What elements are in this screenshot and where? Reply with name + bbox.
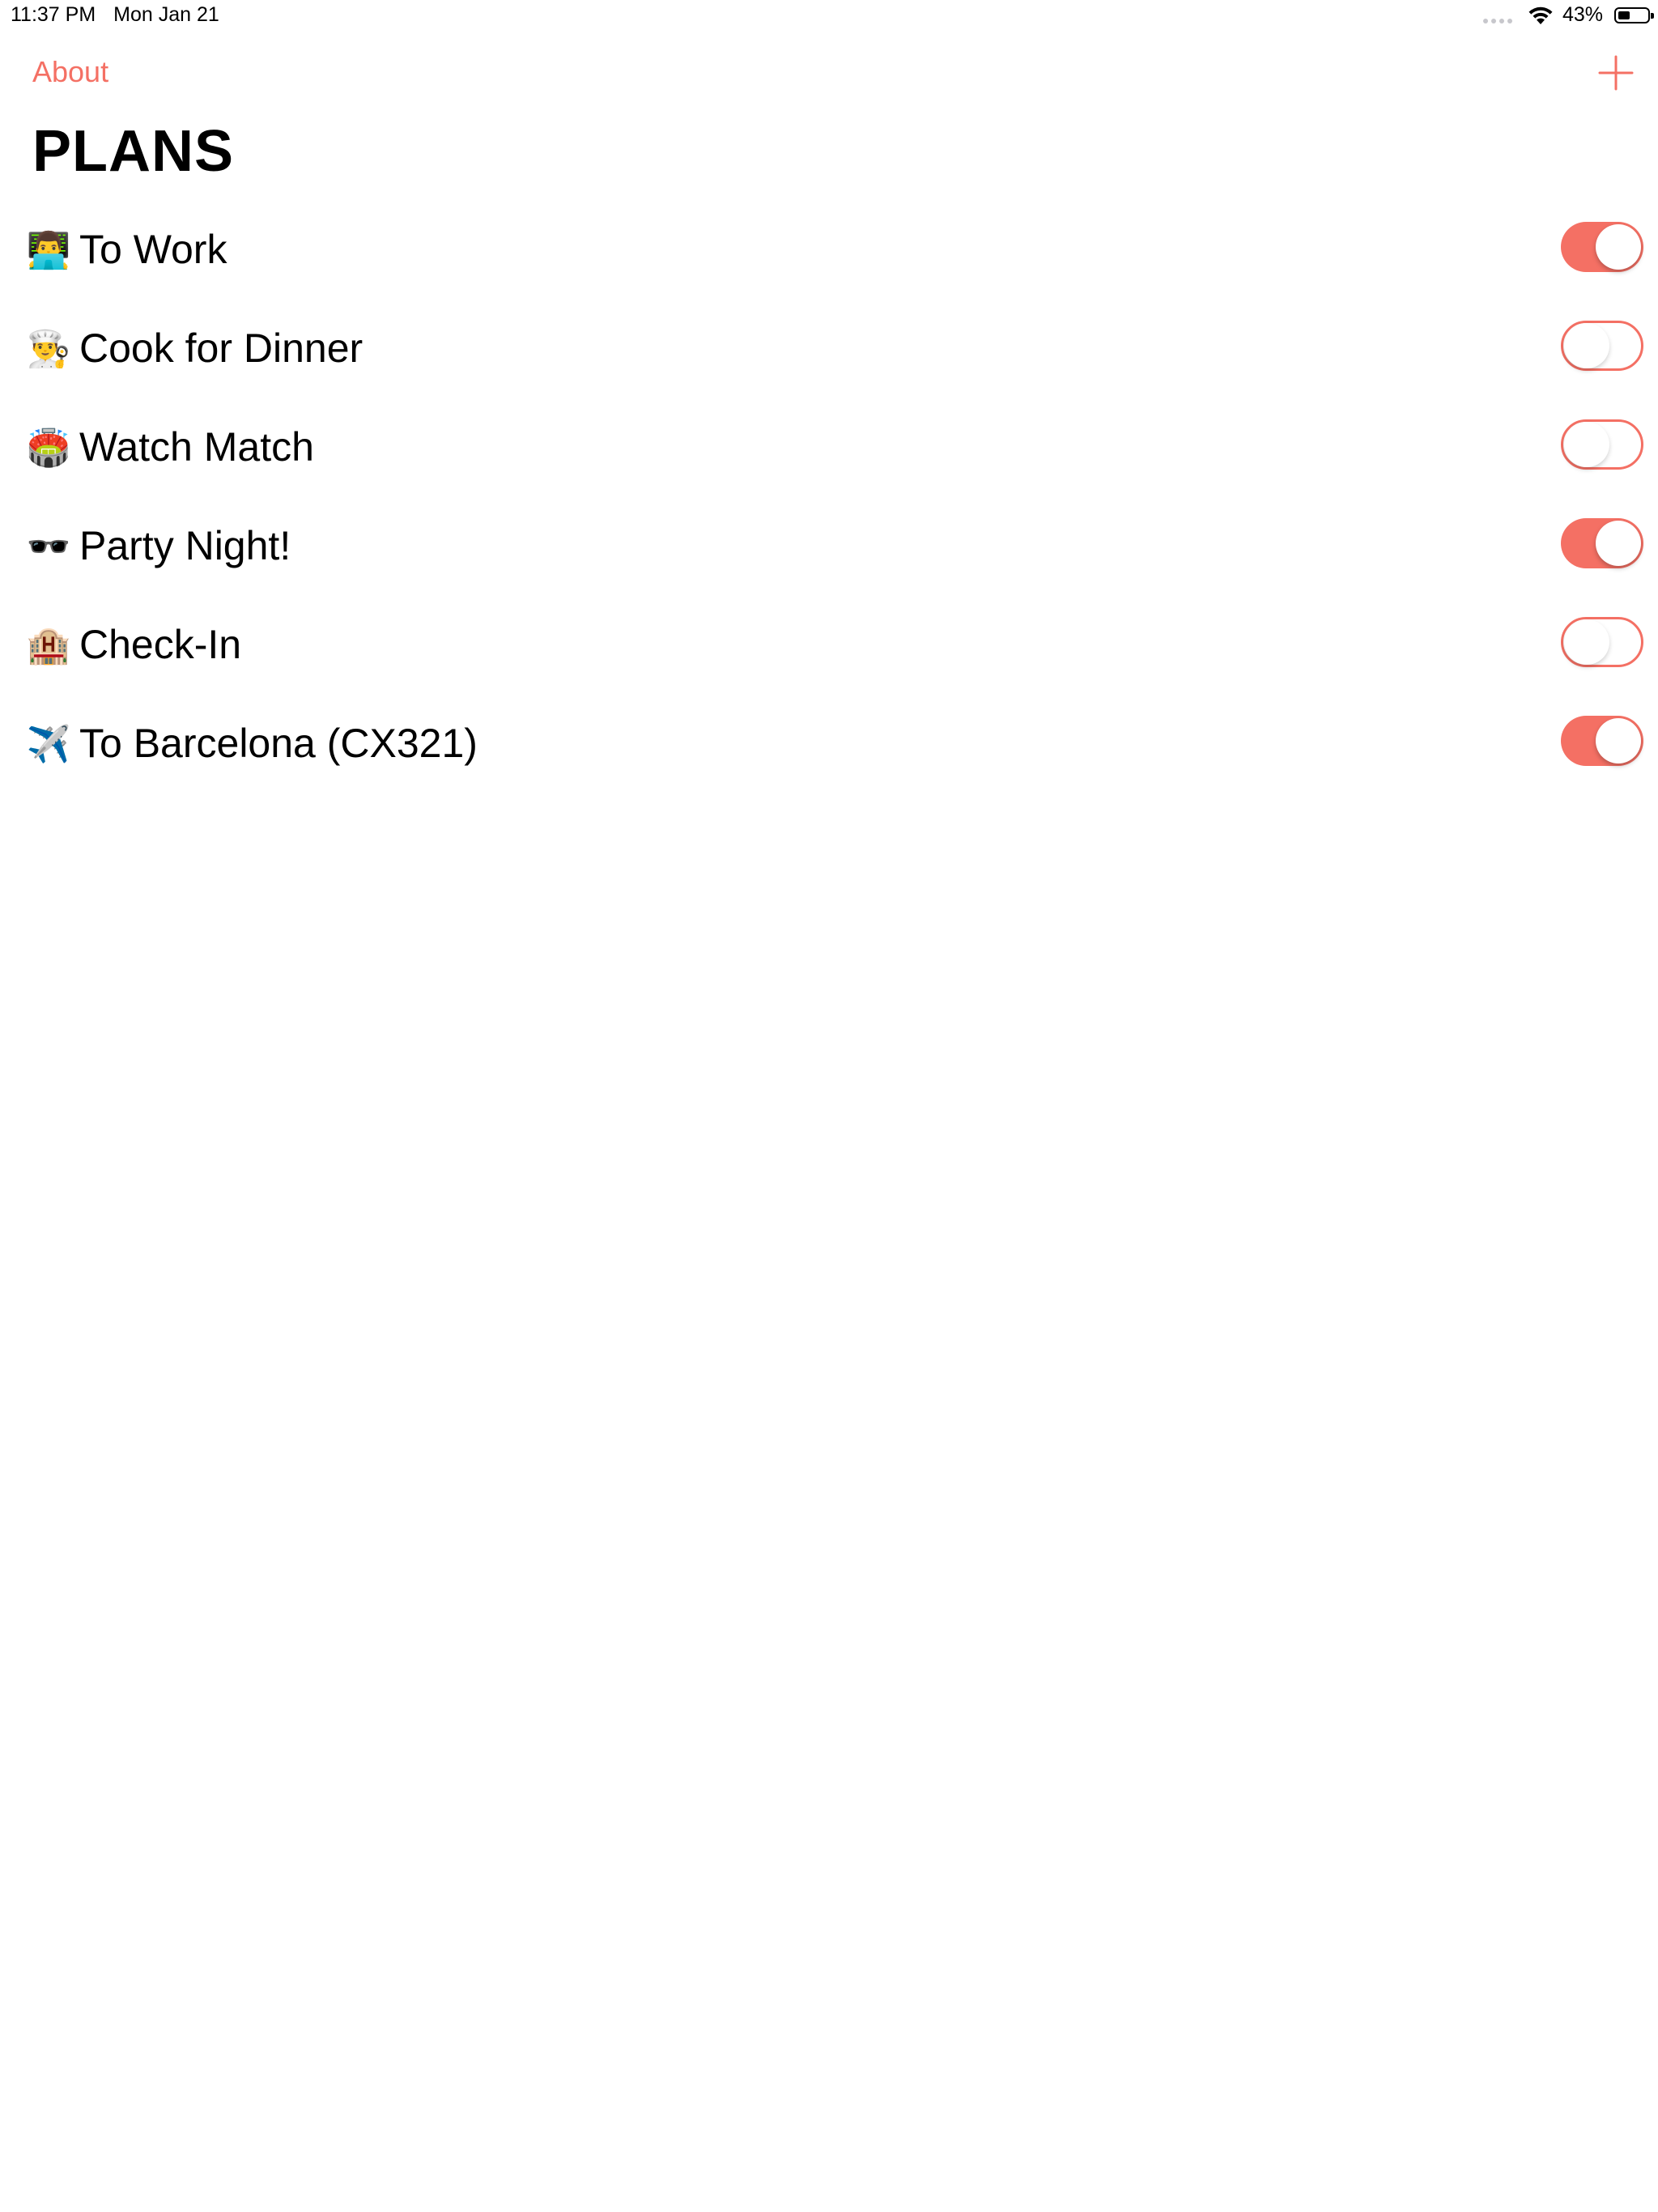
cellular-signal-icon: [1482, 7, 1512, 23]
plan-row: 🕶️ Party Night!: [0, 505, 1658, 604]
status-date: Mon Jan 21: [113, 3, 219, 26]
airplane-icon: ✈️: [26, 725, 71, 764]
plan-toggle[interactable]: [1561, 716, 1643, 766]
plan-label: Cook for Dinner: [79, 325, 363, 371]
plan-label: Party Night!: [79, 523, 291, 568]
plan-row: 👨‍🍳 Cook for Dinner: [0, 308, 1658, 406]
plan-row: ✈️ To Barcelona (CX321): [0, 703, 1658, 802]
battery-percent: 43%: [1562, 3, 1603, 26]
status-left: 11:37 PM Mon Jan 21: [11, 3, 219, 27]
sunglasses-icon: 🕶️: [26, 527, 71, 567]
plan-label: Watch Match: [79, 424, 314, 470]
about-button[interactable]: About: [32, 55, 108, 89]
plan-toggle[interactable]: [1561, 222, 1643, 272]
plan-toggle[interactable]: [1561, 321, 1643, 371]
status-right: 43%: [1482, 3, 1654, 27]
plan-toggle[interactable]: [1561, 419, 1643, 470]
plan-toggle[interactable]: [1561, 518, 1643, 568]
technologist-icon: 👨‍💻: [26, 231, 71, 270]
hotel-icon: 🏨: [26, 626, 71, 666]
plus-icon[interactable]: [1596, 53, 1635, 92]
plans-screen: 11:37 PM Mon Jan 21 43% About PLANS 👨‍💻 …: [0, 0, 1658, 2212]
plan-label: To Work: [79, 227, 227, 272]
page-title: PLANS: [32, 119, 235, 184]
plan-label: Check-In: [79, 622, 242, 667]
battery-icon: [1614, 6, 1654, 23]
plan-label: To Barcelona (CX321): [79, 721, 478, 766]
plans-list: 👨‍💻 To Work 👨‍🍳 Cook for Dinner 🏟️ Watch…: [0, 209, 1658, 802]
plan-toggle[interactable]: [1561, 617, 1643, 667]
plan-row: 🏟️ Watch Match: [0, 406, 1658, 505]
wifi-icon: [1528, 6, 1553, 24]
plan-row: 🏨 Check-In: [0, 604, 1658, 703]
status-bar: 11:37 PM Mon Jan 21 43%: [0, 0, 1658, 32]
plan-row: 👨‍💻 To Work: [0, 209, 1658, 308]
cook-icon: 👨‍🍳: [26, 330, 71, 369]
status-time: 11:37 PM: [11, 3, 96, 26]
stadium-icon: 🏟️: [26, 428, 71, 468]
